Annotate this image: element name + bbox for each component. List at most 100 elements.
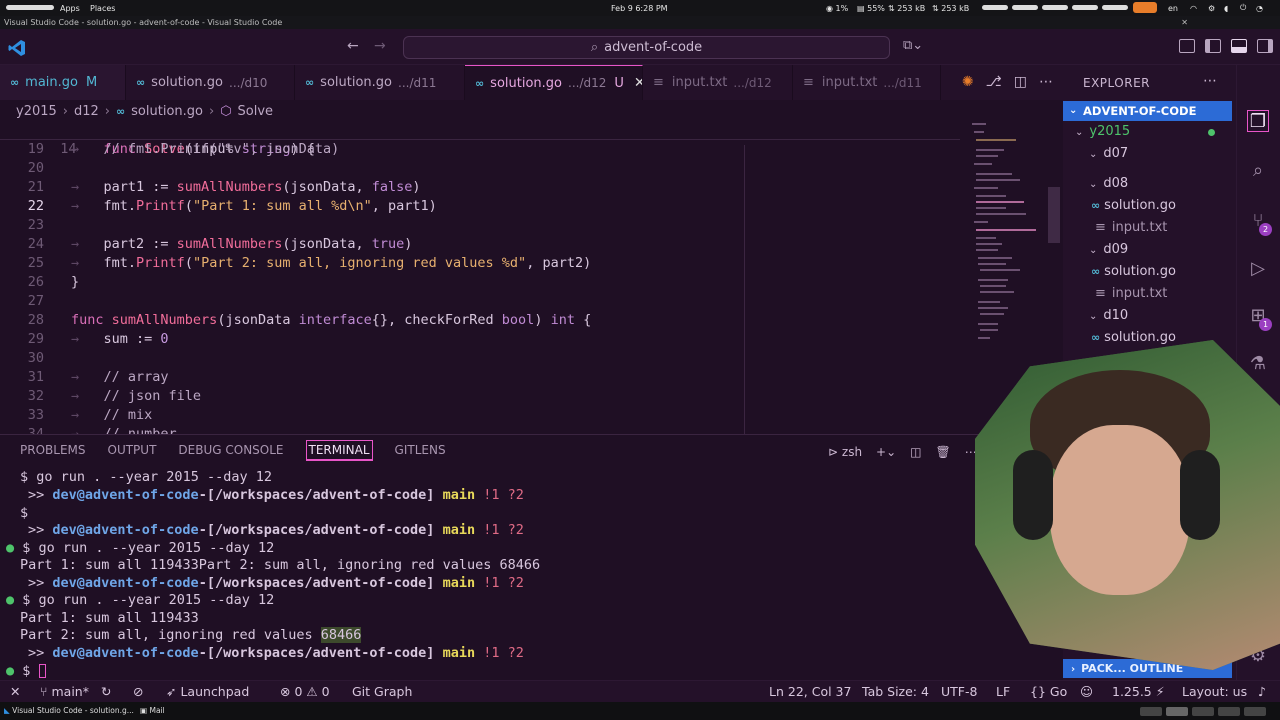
go-version[interactable]: 1.25.5 ⚡ bbox=[1112, 684, 1165, 699]
code-line[interactable]: 20 bbox=[0, 159, 960, 178]
taskbar-item-mail[interactable]: ▣ Mail bbox=[140, 706, 165, 715]
breadcrumb-folder-d12[interactable]: d12 bbox=[74, 104, 99, 119]
code-editor[interactable]: 14 func Solve(input string) { 19 → // fmt.… bbox=[0, 121, 1063, 434]
tray-slot[interactable] bbox=[1072, 5, 1098, 10]
toggle-primary-sidebar-icon[interactable] bbox=[1205, 39, 1221, 53]
code-line[interactable]: 31 → // array bbox=[0, 368, 960, 387]
more-actions-icon[interactable]: ⋯ bbox=[1039, 74, 1053, 90]
problems-indicator[interactable]: ⊗ 0 ⚠ 0 bbox=[280, 684, 330, 699]
tray-slot[interactable] bbox=[982, 5, 1008, 10]
split-editor-icon[interactable]: ◫ bbox=[1014, 74, 1027, 90]
tree-folder-y2015[interactable]: ⌄ y2015 bbox=[1075, 124, 1130, 139]
code-line[interactable]: 26} bbox=[0, 273, 960, 292]
editor-scrollbar-thumb[interactable] bbox=[1048, 187, 1060, 243]
code-line[interactable]: 28 func sumAllNumbers(jsonData interface{… bbox=[0, 311, 960, 330]
terminal-input-line[interactable]: ● $ bbox=[6, 663, 46, 680]
code-line[interactable]: 34 → // number bbox=[0, 425, 960, 434]
customize-layout-icon[interactable] bbox=[1179, 39, 1195, 53]
toggle-secondary-sidebar-icon[interactable] bbox=[1257, 39, 1273, 53]
branch-indicator[interactable]: ⑂ main* bbox=[40, 684, 89, 699]
split-terminal-icon[interactable]: ◫ bbox=[910, 445, 921, 459]
tree-file-d09-input[interactable]: ≡ input.txt bbox=[1095, 286, 1167, 301]
close-tab-icon[interactable]: ✕ bbox=[634, 75, 642, 91]
code-line[interactable]: 25 → fmt.Printf("Part 2: sum all, ignorin… bbox=[0, 254, 960, 273]
tab-solution-d10[interactable]: ∞ solution.go .../d10 bbox=[126, 65, 295, 100]
language-indicator[interactable]: en bbox=[1168, 4, 1178, 13]
tree-folder-d08[interactable]: ⌄ d08 bbox=[1089, 176, 1128, 191]
power-icon[interactable]: ⏻ bbox=[1240, 3, 1246, 13]
more-actions-icon[interactable]: ⋯ bbox=[1203, 73, 1217, 89]
places-menu[interactable]: Places bbox=[90, 4, 115, 13]
more-actions-icon[interactable]: ⋯ bbox=[965, 445, 977, 459]
tab-output[interactable]: OUTPUT bbox=[108, 443, 157, 461]
new-terminal-icon[interactable]: +⌄ bbox=[876, 445, 896, 459]
git-graph-button[interactable]: Git Graph bbox=[352, 684, 412, 699]
tray-slot[interactable] bbox=[1042, 5, 1068, 10]
command-center-search[interactable]: ⌕ advent-of-code bbox=[403, 36, 890, 59]
code-line[interactable]: 29 → sum := 0 bbox=[0, 330, 960, 349]
breadcrumb-file[interactable]: solution.go bbox=[131, 104, 203, 119]
code-line[interactable]: 23 bbox=[0, 216, 960, 235]
tab-problems[interactable]: PROBLEMS bbox=[20, 443, 86, 461]
sticky-scroll-line[interactable]: 14 func Solve(input string) { bbox=[0, 121, 960, 157]
workspace-switcher[interactable] bbox=[1192, 707, 1214, 716]
settings-icon[interactable]: ⚙ bbox=[1208, 4, 1215, 13]
clock[interactable]: Feb 9 6:28 PM bbox=[611, 4, 668, 13]
cursor-position[interactable]: Ln 22, Col 37 bbox=[769, 684, 851, 699]
tab-solution-d12[interactable]: ∞ solution.go .../d12 U ✕ bbox=[465, 65, 643, 100]
code-line[interactable]: 32 → // json file bbox=[0, 387, 960, 406]
copilot-icon[interactable]: ⧉⌄ bbox=[903, 38, 923, 53]
workspace-switcher[interactable] bbox=[1140, 707, 1162, 716]
tree-file-d09-solution[interactable]: ∞ solution.go bbox=[1091, 264, 1176, 279]
workspace-indicator[interactable] bbox=[6, 5, 54, 10]
forward-arrow-icon[interactable]: → bbox=[374, 38, 386, 54]
tree-folder-d09[interactable]: ⌄ d09 bbox=[1089, 242, 1128, 257]
workspace-switcher[interactable] bbox=[1218, 707, 1240, 716]
apps-menu[interactable]: Apps bbox=[60, 4, 80, 13]
tray-slot[interactable] bbox=[1102, 5, 1128, 10]
remote-indicator-icon[interactable]: ✕ bbox=[10, 684, 20, 699]
toggle-panel-icon[interactable] bbox=[1231, 39, 1247, 53]
code-line[interactable]: 24 → part2 := sumAllNumbers(jsonData, tru… bbox=[0, 235, 960, 254]
kill-terminal-icon[interactable]: 🗑 bbox=[936, 445, 951, 459]
record-indicator[interactable] bbox=[1133, 2, 1157, 13]
code-line[interactable]: 33 → // mix bbox=[0, 406, 960, 425]
tab-solution-d11[interactable]: ∞ solution.go .../d11 bbox=[295, 65, 465, 100]
explorer-files-icon[interactable]: ❐ bbox=[1247, 110, 1269, 132]
launchpad-button[interactable]: ➶ Launchpad bbox=[166, 684, 249, 699]
close-window-icon[interactable]: ✕ bbox=[1181, 16, 1188, 29]
notifications-icon[interactable]: ◔ bbox=[1256, 4, 1263, 13]
tree-file-d08-input[interactable]: ≡ input.txt bbox=[1095, 220, 1167, 235]
tab-input-d11[interactable]: ≡ input.txt .../d11 bbox=[793, 65, 941, 100]
copilot-sparkle-icon[interactable]: ✺ bbox=[962, 74, 974, 90]
open-changes-icon[interactable]: ⎇ bbox=[986, 74, 1002, 90]
run-debug-icon[interactable]: ▷ bbox=[1247, 258, 1269, 280]
tree-file-d10-solution[interactable]: ∞ solution.go bbox=[1091, 330, 1176, 345]
tray-slot[interactable] bbox=[1012, 5, 1038, 10]
code-line[interactable]: 19 → // fmt.Printf("%v", jsonData) bbox=[0, 140, 960, 159]
tab-input-d12[interactable]: ≡ input.txt .../d12 bbox=[643, 65, 793, 100]
notifications-bell-icon[interactable]: ♪ bbox=[1258, 684, 1266, 699]
tree-folder-d10[interactable]: ⌄ d10 bbox=[1089, 308, 1128, 323]
language-mode[interactable]: {} Go bbox=[1030, 684, 1067, 699]
tab-terminal[interactable]: TERMINAL bbox=[305, 440, 373, 461]
code-line-current[interactable]: 22 → fmt.Printf("Part 1: sum all %d\n", p… bbox=[0, 197, 960, 216]
sync-icon[interactable]: ↻ bbox=[101, 684, 111, 699]
keyboard-layout[interactable]: Layout: us bbox=[1182, 684, 1247, 699]
line-ending[interactable]: LF bbox=[996, 684, 1010, 699]
git-compare-icon[interactable]: ⊘ bbox=[133, 684, 143, 699]
tab-size[interactable]: Tab Size: 4 bbox=[862, 684, 929, 699]
tab-gitlens[interactable]: GITLENS bbox=[395, 443, 446, 461]
breadcrumb-folder-y2015[interactable]: y2015 bbox=[16, 104, 57, 119]
code-line[interactable]: 27 bbox=[0, 292, 960, 311]
workspace-switcher[interactable] bbox=[1244, 707, 1266, 716]
breadcrumb-symbol[interactable]: Solve bbox=[238, 104, 274, 119]
copilot-status-icon[interactable]: ☺ bbox=[1080, 684, 1093, 699]
workspace-switcher[interactable] bbox=[1166, 707, 1188, 716]
taskbar-item-vscode[interactable]: ◣ Visual Studio Code - solution.g... bbox=[4, 706, 134, 715]
tree-folder-d07[interactable]: ⌄ d07 bbox=[1089, 146, 1128, 161]
explorer-root-folder[interactable]: ⌄ ADVENT-OF-CODE bbox=[1063, 101, 1232, 121]
back-arrow-icon[interactable]: ← bbox=[347, 38, 359, 54]
search-icon[interactable]: ⌕ bbox=[1247, 160, 1269, 182]
tree-file-d08-solution[interactable]: ∞ solution.go bbox=[1091, 198, 1176, 213]
